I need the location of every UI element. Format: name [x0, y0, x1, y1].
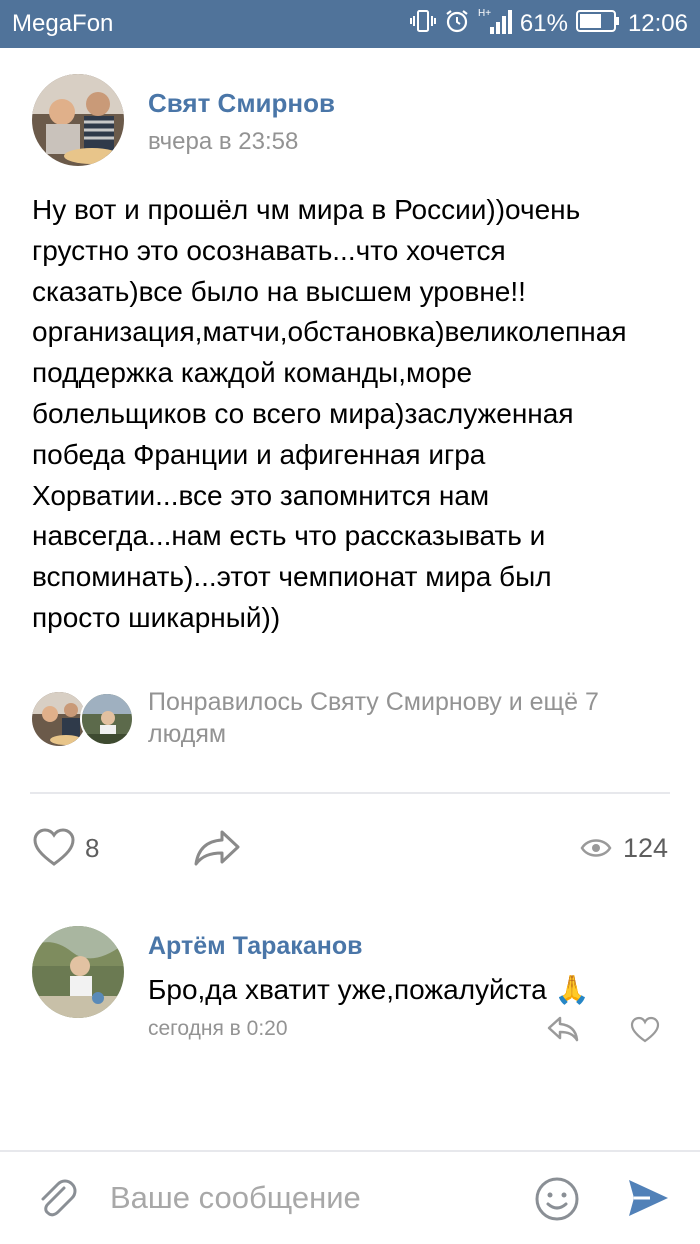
views-count: 124: [622, 833, 668, 863]
commenter-avatar[interactable]: [32, 926, 124, 1018]
battery-percent: 61%: [519, 10, 568, 37]
eye-icon: [580, 839, 612, 857]
emoji-button[interactable]: [534, 1176, 580, 1227]
vibrate-icon: [409, 8, 436, 41]
clock: 12:06: [627, 10, 688, 37]
comment-timestamp: сегодня в 0:20: [148, 1017, 288, 1040]
post-timestamp: вчера в 23:58: [148, 128, 299, 155]
message-input[interactable]: [110, 1180, 510, 1216]
reply-icon: [547, 1016, 579, 1042]
share-arrow-icon: [194, 830, 240, 866]
heart-icon: [33, 828, 75, 866]
heart-icon: [630, 1016, 660, 1043]
comment-text: Бро,да хватит уже,пожалуйста 🙏: [148, 974, 590, 1005]
status-icons: H+ 61% 12:06: [409, 7, 688, 42]
liker-avatar[interactable]: [32, 692, 86, 746]
post-author-name[interactable]: Свят Смирнов: [148, 88, 335, 119]
divider: [30, 792, 670, 794]
like-count: 8: [85, 833, 100, 863]
share-button[interactable]: [192, 826, 242, 875]
status-bar: MegaFon H+ 61% 12:06: [0, 0, 700, 48]
author-avatar[interactable]: [32, 74, 124, 166]
like-button[interactable]: [32, 826, 76, 875]
network-type: H+: [478, 8, 491, 19]
attach-button[interactable]: [34, 1176, 78, 1225]
comment-author-name[interactable]: Артём Тараканов: [148, 932, 362, 961]
post-text: Ну вот и прошёл чм мира в России))очень …: [32, 194, 627, 633]
comment-like-button[interactable]: [630, 1016, 660, 1049]
alarm-icon: [444, 8, 470, 41]
reply-button[interactable]: [546, 1014, 580, 1049]
send-icon: [629, 1180, 668, 1216]
smiley-icon: [535, 1177, 579, 1221]
signal-icon: H+: [478, 7, 512, 42]
send-button[interactable]: [626, 1176, 670, 1225]
liker-avatar[interactable]: [80, 692, 134, 746]
carrier-name: MegaFon: [12, 10, 114, 37]
paperclip-icon: [41, 1179, 77, 1217]
likers-summary[interactable]: Понравилось Святу Смирнову и ещё 7 людям: [148, 686, 668, 750]
battery-icon: [575, 9, 620, 39]
views-indicator: [580, 834, 612, 867]
